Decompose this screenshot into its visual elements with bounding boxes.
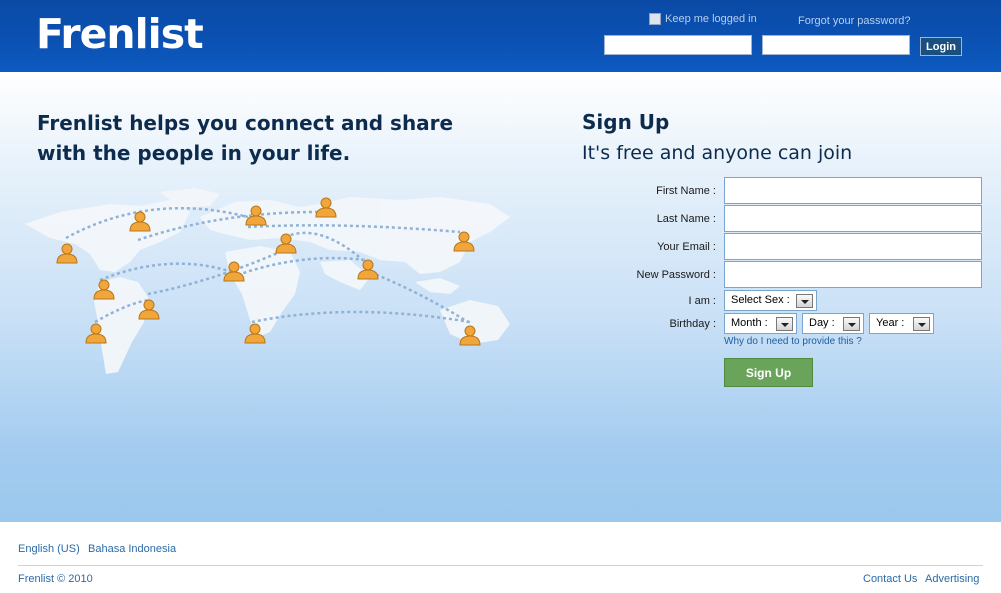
person-icon	[244, 204, 268, 226]
tagline: Frenlist helps you connect and share wit…	[37, 111, 454, 165]
person-icon	[84, 322, 108, 344]
first-name-input[interactable]	[724, 177, 982, 204]
top-bar: Frenlist Keep me logged in Forgot your p…	[0, 0, 1001, 72]
login-email-input[interactable]	[604, 35, 752, 55]
advertising-link[interactable]: Advertising	[925, 573, 979, 585]
dropdown-arrow-icon[interactable]	[843, 317, 860, 331]
person-icon	[243, 322, 267, 344]
new-password-input[interactable]	[724, 261, 982, 288]
keep-logged-in-label: Keep me logged in	[665, 13, 757, 25]
person-icon	[458, 324, 482, 346]
dropdown-arrow-icon[interactable]	[776, 317, 793, 331]
login-password-input[interactable]	[762, 35, 910, 55]
person-icon	[356, 258, 380, 280]
person-icon	[128, 210, 152, 232]
person-icon	[222, 260, 246, 282]
email-input[interactable]	[724, 233, 982, 260]
month-select-value: Month :	[731, 317, 768, 329]
day-select[interactable]: Day :	[802, 313, 864, 334]
sex-select[interactable]: Select Sex :	[724, 290, 817, 311]
person-icon	[92, 278, 116, 300]
new-password-label: New Password :	[636, 269, 716, 281]
contact-us-link[interactable]: Contact Us	[863, 573, 917, 585]
email-label: Your Email :	[657, 241, 716, 253]
signup-subtitle: It's free and anyone can join	[582, 142, 853, 164]
language-english-link[interactable]: English (US)	[18, 543, 80, 555]
keep-logged-in-checkbox[interactable]	[649, 13, 661, 25]
year-select-value: Year :	[876, 317, 905, 329]
signup-button[interactable]: Sign Up	[724, 358, 813, 387]
forgot-password-link[interactable]: Forgot your password?	[798, 15, 911, 27]
first-name-label: First Name :	[656, 185, 716, 197]
last-name-input[interactable]	[724, 205, 982, 232]
language-indonesian-link[interactable]: Bahasa Indonesia	[88, 543, 176, 555]
person-icon	[55, 242, 79, 264]
footer-divider	[18, 565, 983, 566]
day-select-value: Day :	[809, 317, 835, 329]
signup-title: Sign Up	[582, 110, 670, 134]
birthday-label: Birthday :	[669, 318, 716, 330]
why-provide-link[interactable]: Why do I need to provide this ?	[724, 336, 862, 347]
sex-select-value: Select Sex :	[731, 294, 790, 306]
year-select[interactable]: Year :	[869, 313, 934, 334]
login-button[interactable]: Login	[920, 37, 962, 56]
month-select[interactable]: Month :	[724, 313, 797, 334]
last-name-label: Last Name :	[656, 213, 716, 225]
person-icon	[137, 298, 161, 320]
person-icon	[314, 196, 338, 218]
logo[interactable]: Frenlist	[36, 10, 204, 58]
dropdown-arrow-icon[interactable]	[796, 294, 813, 308]
person-icon	[274, 232, 298, 254]
keep-logged-in[interactable]: Keep me logged in	[649, 13, 757, 25]
person-icon	[452, 230, 476, 252]
sex-label: I am :	[688, 295, 716, 307]
dropdown-arrow-icon[interactable]	[913, 317, 930, 331]
copyright: Frenlist © 2010	[18, 573, 93, 585]
main-area: Frenlist helps you connect and share wit…	[0, 72, 1001, 522]
